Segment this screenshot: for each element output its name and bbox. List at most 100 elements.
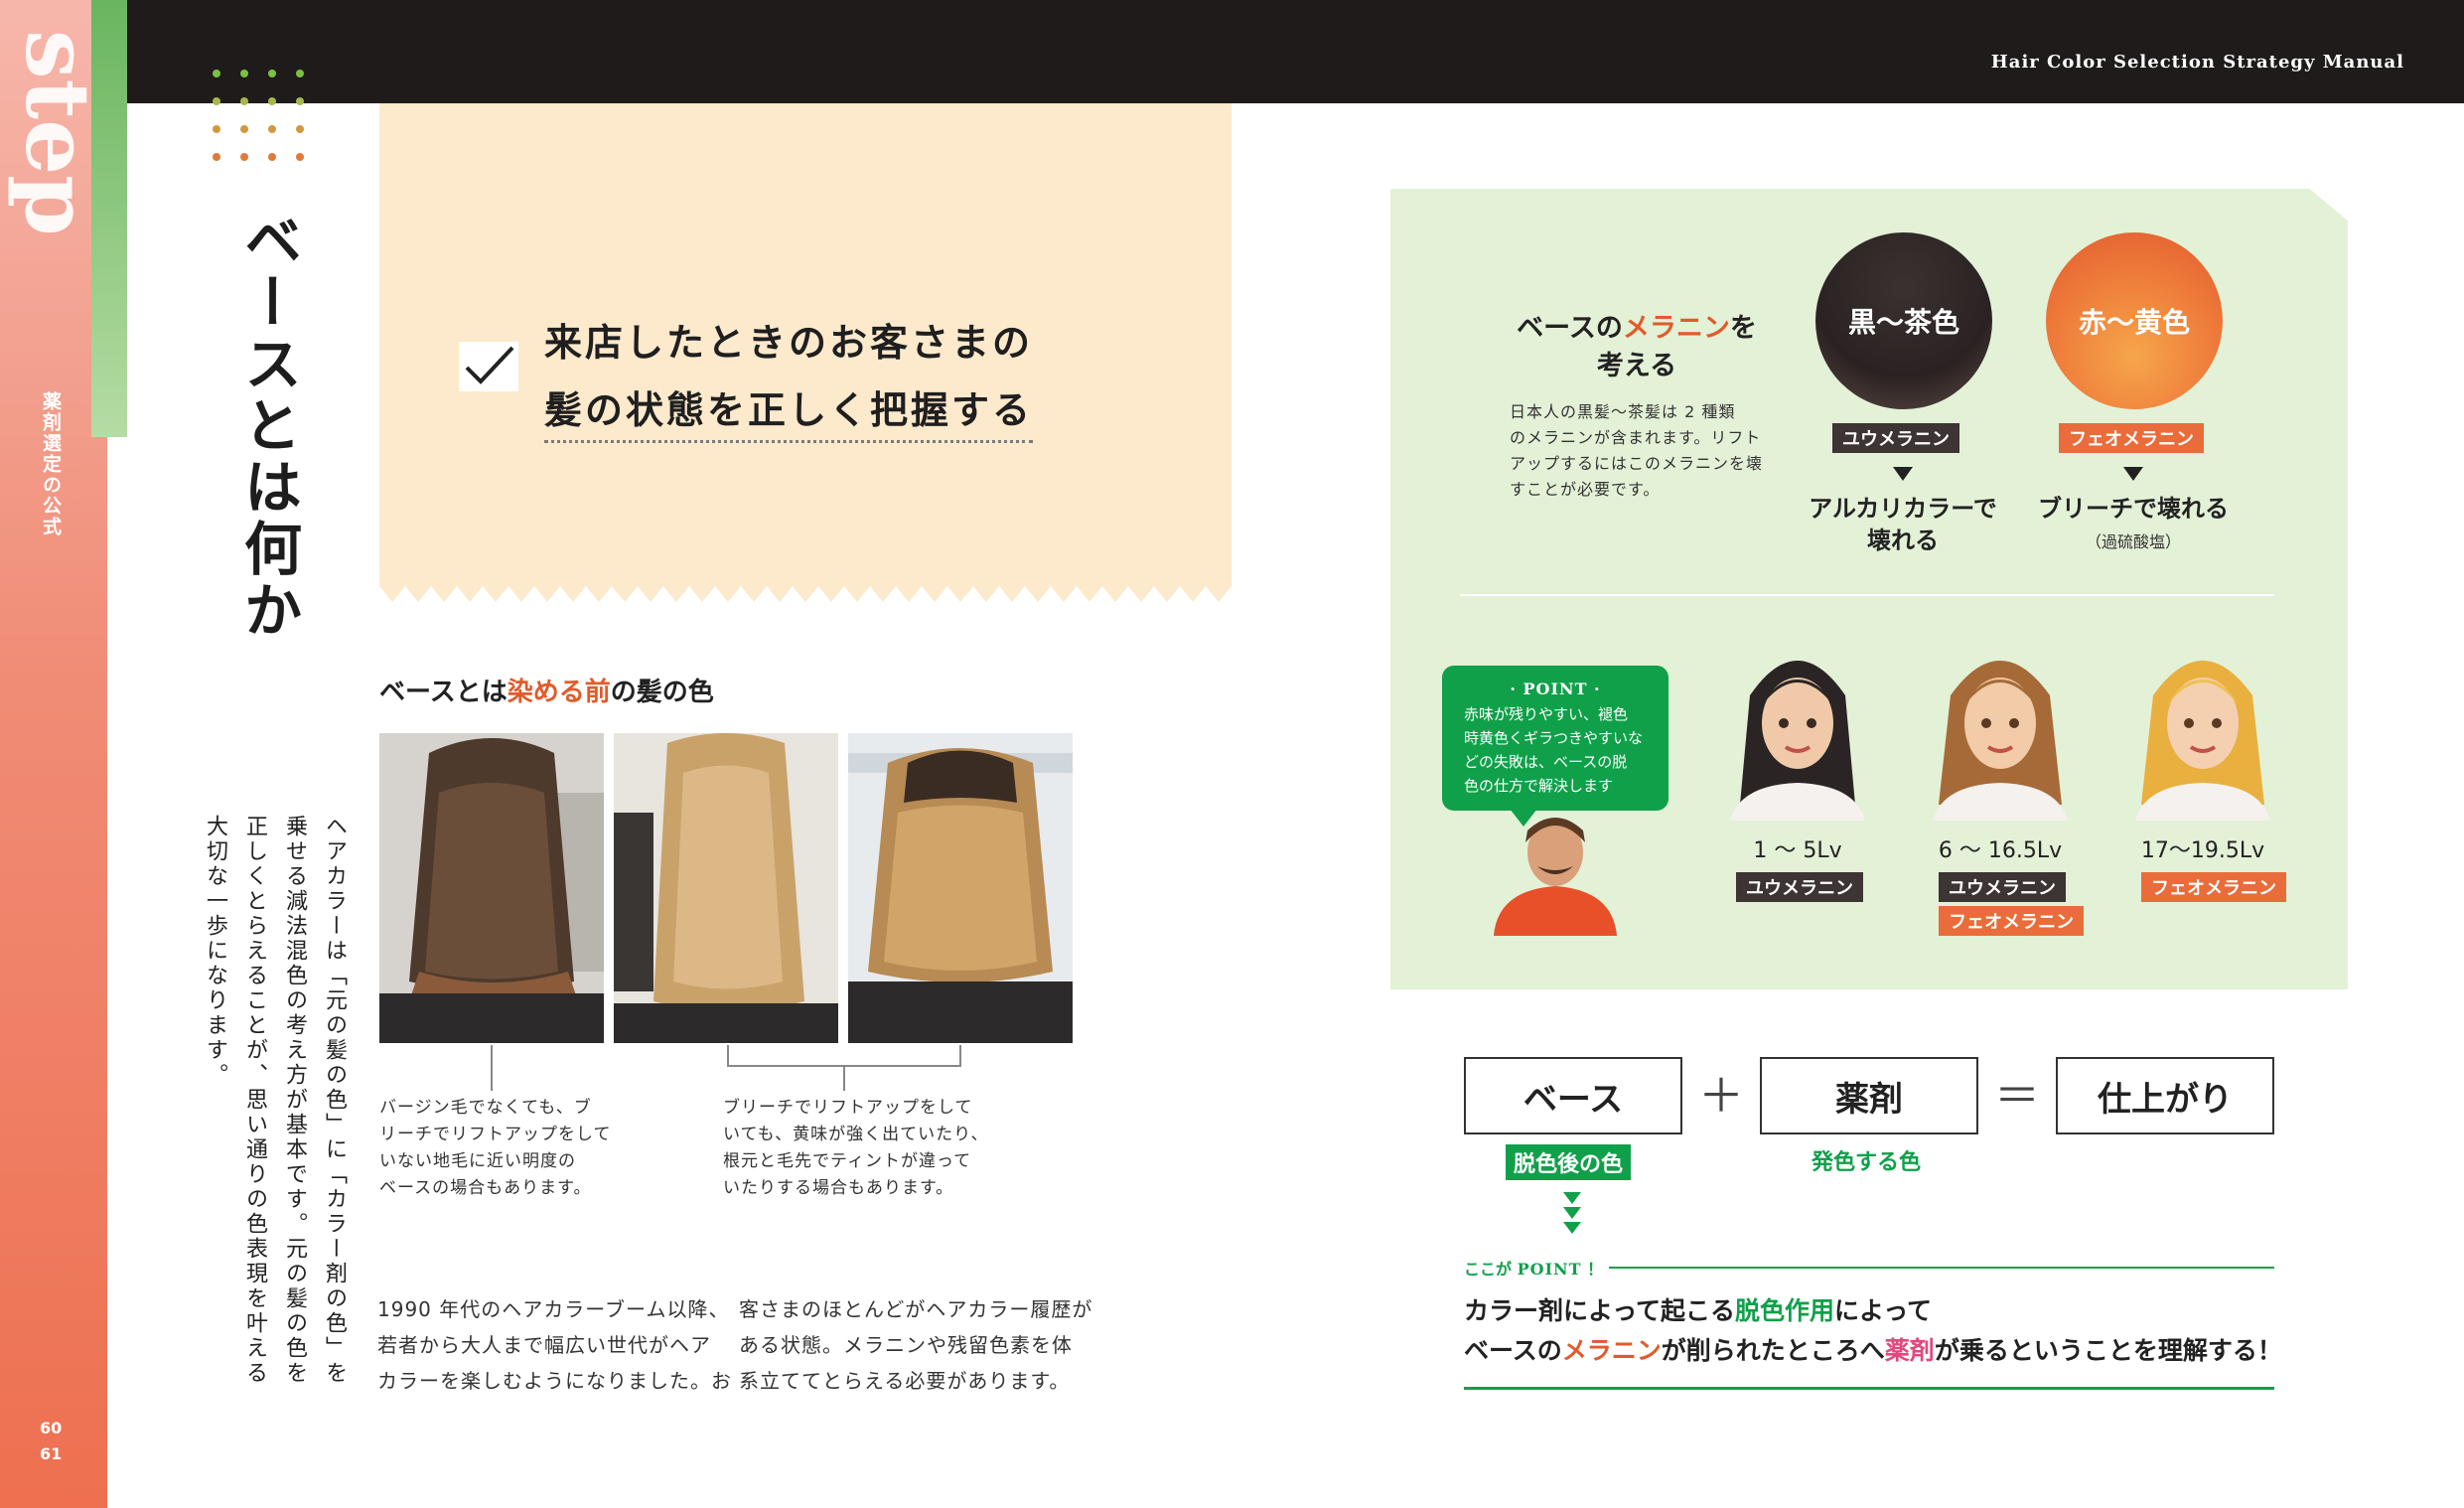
dot bbox=[240, 70, 248, 77]
caption-line: いたりする場合もあります。 bbox=[723, 1178, 954, 1198]
dot bbox=[213, 70, 220, 77]
summary-text: ベースの bbox=[1464, 1336, 1562, 1365]
dot bbox=[296, 70, 304, 77]
page-number-left: 60 bbox=[40, 1419, 63, 1437]
melanin-title-highlight: メラニン bbox=[1622, 313, 1730, 344]
caption-connector bbox=[959, 1045, 961, 1065]
dot bbox=[268, 125, 276, 133]
base-heading: ベースとは染める前の髪の色 bbox=[379, 672, 714, 708]
pheomelanin-result: ブリーチで壊れる bbox=[2038, 495, 2229, 523]
drug-sub-label: 発色する色 bbox=[1812, 1150, 1922, 1175]
dot bbox=[296, 125, 304, 133]
pheomelanin-result-sub: （過硫酸塩） bbox=[2085, 532, 2181, 551]
melanin-title-pre: ベースの bbox=[1517, 313, 1623, 344]
dot bbox=[240, 97, 248, 105]
caption-right: ブリーチでリフトアップをして いても、黄味が強く出ていたり、 根元と毛先でティン… bbox=[723, 1095, 988, 1202]
dot bbox=[240, 153, 248, 161]
base-sub-label: 脱色後の色 bbox=[1506, 1144, 1632, 1180]
dot bbox=[296, 97, 304, 105]
point-line: 赤味が残りやすい、褪色 bbox=[1464, 705, 1629, 723]
caption-line: バージン毛でなくても、ブ bbox=[379, 1098, 592, 1118]
caption-connector bbox=[727, 1045, 729, 1065]
point-text: POINT bbox=[1517, 1260, 1582, 1279]
desc-line: すことが必要です。 bbox=[1510, 480, 1661, 499]
body-column-1: 1990 年代のヘアカラーブーム以降、 若者から大人まで幅広い世代がヘア カラー… bbox=[377, 1291, 732, 1399]
eumelanin-tag: ユウメラニン bbox=[1832, 423, 1959, 453]
melanin-title-post: を bbox=[1729, 313, 1757, 344]
note-line-1: 来店したときのお客さまの bbox=[544, 321, 1034, 365]
checkbox-icon bbox=[459, 342, 518, 391]
triple-arrow-icon bbox=[1563, 1192, 1581, 1237]
dot bbox=[213, 97, 220, 105]
hair-photo-dark bbox=[379, 733, 604, 1043]
desc-line: のメラニンが含まれます。リフト bbox=[1510, 428, 1762, 447]
summary-text: カラー剤によって起こる bbox=[1464, 1296, 1736, 1325]
caption-connector bbox=[491, 1045, 493, 1091]
caption-connector bbox=[843, 1065, 845, 1091]
caption-line: ブリーチでリフトアップをして bbox=[723, 1098, 973, 1118]
desc-line: 日本人の黒髪〜茶髪は 2 種類 bbox=[1510, 402, 1736, 421]
body-line: ある状態。メラニンや残留色素を体 bbox=[739, 1333, 1073, 1357]
level-tag: ユウメラニン bbox=[1939, 872, 2066, 902]
point-line: 色の仕方で解決します bbox=[1464, 777, 1614, 795]
kokoga-point-label: ここが POINT ！ bbox=[1464, 1256, 1603, 1280]
equation-drug-box: 薬剤 bbox=[1760, 1057, 1978, 1134]
dot bbox=[268, 153, 276, 161]
note-line-2: 髪の状態を正しく把握する bbox=[544, 379, 1034, 443]
result-line: アルカリカラーで bbox=[1809, 495, 1997, 523]
base-heading-pre: ベースとは bbox=[379, 678, 507, 707]
arrow-down-icon bbox=[1893, 467, 1913, 481]
caption-line: いても、黄味が強く出ていたり、 bbox=[723, 1125, 989, 1144]
plus-sign: ＋ bbox=[1698, 1069, 1744, 1123]
summary-highlight-pink: 薬剤 bbox=[1884, 1336, 1935, 1365]
body-column-2: 客さまのほとんどがヘアカラー履歴が ある状態。メラニンや残留色素を体 系立ててと… bbox=[739, 1291, 1092, 1399]
bang-text: ！ bbox=[1587, 1260, 1604, 1279]
point-rule bbox=[1609, 1267, 2274, 1269]
level-label: 1 〜 5Lv bbox=[1753, 838, 1842, 863]
zigzag-edge bbox=[379, 586, 1232, 602]
hair-photo-rooted bbox=[848, 733, 1073, 1043]
desc-line: アップするにはこのメラニンを壊 bbox=[1510, 454, 1764, 473]
summary-text: によって bbox=[1834, 1296, 1933, 1325]
point-line: どの失敗は、ベースの脱 bbox=[1464, 753, 1628, 771]
result-line: 壊れる bbox=[1867, 527, 1939, 554]
intro-text: ヘアカラーは「元の髪の色」に「カラー剤の色」を乗せる減法混色の考え方が基本です。… bbox=[203, 815, 347, 1386]
melanin-title: ベースのメラニンを 考える bbox=[1508, 310, 1766, 385]
top-bar: Hair Color Selection Strategy Manual bbox=[127, 0, 2464, 103]
pheomelanin-circle: 赤〜黄色 bbox=[2046, 232, 2223, 409]
point-body: 赤味が残りやすい、褪色 時黄色くギラつきやすいな どの失敗は、ベースの脱 色の仕… bbox=[1442, 698, 1668, 798]
pheomelanin-tag: フェオメラニン bbox=[2059, 423, 2204, 453]
level-tag: フェオメラニン bbox=[1939, 906, 2084, 936]
summary-text: が乗るということを理解する！ bbox=[1934, 1336, 2282, 1365]
summary-text: が削られたところへ bbox=[1661, 1336, 1885, 1365]
level-label: 17〜19.5Lv bbox=[2140, 838, 2265, 863]
point-bubble: · POINT · 赤味が残りやすい、褪色 時黄色くギラつきやすいな どの失敗は… bbox=[1442, 666, 1668, 811]
melanin-description: 日本人の黒髪〜茶髪は 2 種類 のメラニンが含まれます。リフト アップするにはこ… bbox=[1510, 399, 1770, 503]
hair-photo-blonde bbox=[614, 733, 838, 1043]
eumelanin-result: アルカリカラーで 壊れる bbox=[1784, 493, 2022, 556]
dot bbox=[296, 153, 304, 161]
point-title: · POINT · bbox=[1510, 679, 1601, 698]
summary-line-2: ベースのメラニンが削られたところへ薬剤が乗るということを理解する！ bbox=[1464, 1331, 2282, 1367]
pheomelanin-circle-label: 赤〜黄色 bbox=[2078, 306, 2190, 339]
caption-line: リーチでリフトアップをして bbox=[379, 1125, 612, 1144]
summary-line-1: カラー剤によって起こる脱色作用によって bbox=[1464, 1291, 1932, 1327]
summary-bottom-rule bbox=[1464, 1387, 2274, 1390]
summary-highlight-orange: メラニン bbox=[1561, 1336, 1662, 1365]
section-label: 薬剤選定の公式 bbox=[40, 391, 62, 537]
body-line: 客さまのほとんどがヘアカラー履歴が bbox=[739, 1297, 1093, 1321]
melanin-title-line2: 考える bbox=[1596, 351, 1677, 381]
caption-line: ベースの場合もあります。 bbox=[379, 1178, 592, 1198]
dot bbox=[268, 97, 276, 105]
level-tag: ユウメラニン bbox=[1736, 872, 1863, 902]
caption-left: バージン毛でなくても、ブ リーチでリフトアップをして いない地毛に近い明度の ベ… bbox=[379, 1095, 612, 1202]
level-tag: フェオメラニン bbox=[2141, 872, 2286, 902]
body-line: 1990 年代のヘアカラーブーム以降、 bbox=[377, 1297, 730, 1321]
base-heading-highlight: 染める前 bbox=[507, 678, 611, 707]
page-number-right: 61 bbox=[40, 1444, 63, 1463]
body-line: 系立ててとらえる必要があります。 bbox=[739, 1369, 1071, 1393]
summary-highlight-green: 脱色作用 bbox=[1735, 1296, 1835, 1325]
equation-result-box: 仕上がり bbox=[2056, 1057, 2274, 1134]
step-label: step 03 bbox=[0, 30, 109, 236]
point-line: 時黄色くギラつきやすいな bbox=[1464, 729, 1644, 747]
